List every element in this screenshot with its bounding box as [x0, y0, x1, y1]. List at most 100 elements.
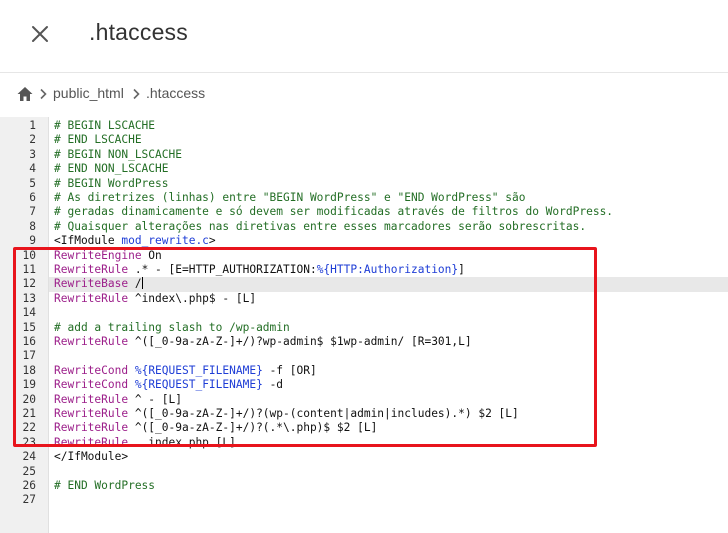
code-token: ^([_0-9a-zA-Z-]+/)?wp-admin$ $1wp-admin/… — [128, 335, 472, 348]
line-number: 4 — [29, 162, 36, 176]
code-token: ] — [458, 263, 465, 276]
line-number: 12 — [22, 277, 36, 291]
code-token: RewriteEngine — [54, 248, 142, 262]
line-number: 10 — [22, 248, 36, 262]
code-line: # geradas dinamicamente e só devem ser m… — [54, 205, 613, 219]
code-line: # Quaisquer alterações nas diretivas ent… — [54, 220, 586, 234]
breadcrumb-public-html[interactable]: public_html — [53, 85, 124, 101]
code-line: RewriteRule .* - [E=HTTP_AUTHORIZATION:%… — [54, 263, 465, 277]
code-text-area[interactable]: # BEGIN LSCACHE # END LSCACHE # BEGIN NON_… — [48, 117, 728, 533]
code-token: RewriteBase — [54, 277, 129, 291]
chevron-right-icon — [40, 88, 47, 100]
line-number: 16 — [22, 335, 36, 348]
line-number: 21 — [22, 407, 36, 420]
code-token: ^([_0-9a-zA-Z-]+/)?(.*\.php)$ $2 [L] — [128, 421, 378, 435]
chevron-right-icon — [133, 88, 140, 100]
code-token: RewriteRule — [54, 392, 129, 406]
code-token: RewriteCond — [54, 378, 129, 392]
line-number: 17 — [22, 349, 36, 363]
code-token: .* - [E=HTTP_AUTHORIZATION: — [128, 263, 317, 276]
code-token: > — [208, 234, 216, 248]
line-number: 23 — [22, 435, 36, 449]
close-button[interactable] — [28, 22, 52, 46]
home-link[interactable] — [16, 85, 34, 103]
code-line: RewriteCond %{REQUEST_FILENAME} -f [OR] — [54, 364, 317, 378]
code-line: RewriteRule ^ - [L] — [54, 393, 182, 407]
code-token: %{REQUEST_FILENAME} — [134, 378, 263, 392]
code-line: RewriteEngine On — [54, 249, 162, 263]
line-number: 15 — [22, 320, 36, 334]
code-token: <IfModule — [54, 234, 122, 248]
line-number: 1 — [29, 119, 36, 132]
code-token: # END LSCACHE — [54, 133, 142, 147]
code-token: # Quaisquer alterações nas diretivas ent… — [54, 219, 587, 233]
line-number: 26 — [22, 479, 36, 492]
code-line: RewriteBase / — [54, 277, 143, 291]
code-line: <IfModule mod_rewrite.c> — [54, 234, 216, 248]
line-number: 18 — [22, 363, 36, 377]
code-token: . index.php [L] — [128, 435, 236, 449]
line-number: 13 — [22, 291, 36, 305]
code-token: RewriteRule — [54, 435, 129, 449]
line-number: 24 — [22, 450, 36, 464]
code-line: RewriteCond %{REQUEST_FILENAME} -d — [54, 378, 283, 392]
code-line: # BEGIN WordPress — [54, 177, 169, 191]
code-token: # As diretrizes (linhas) entre "BEGIN Wo… — [54, 191, 526, 204]
code-token: RewriteRule — [54, 421, 129, 435]
code-line: RewriteRule ^([_0-9a-zA-Z-]+/)?(.*\.php)… — [54, 421, 377, 435]
code-token: mod_rewrite.c — [121, 234, 209, 248]
code-line: # As diretrizes (linhas) entre "BEGIN Wo… — [54, 191, 525, 205]
code-line: </IfModule> — [54, 450, 128, 464]
code-token: RewriteCond — [54, 363, 129, 377]
code-token: On — [141, 248, 162, 262]
code-token: ^ - [L] — [128, 392, 182, 406]
code-token: </IfModule> — [54, 450, 129, 464]
file-title: .htaccess — [89, 19, 188, 45]
line-number: 5 — [29, 176, 36, 190]
code-token: # END WordPress — [54, 479, 156, 492]
line-number: 19 — [22, 378, 36, 392]
line-number: 25 — [22, 464, 36, 478]
code-line: # END WordPress — [54, 479, 155, 493]
line-number: 9 — [29, 234, 36, 248]
home-icon — [17, 87, 33, 101]
line-number: 20 — [22, 392, 36, 406]
code-token: -d — [262, 378, 284, 392]
code-line: RewriteRule . index.php [L] — [54, 436, 236, 450]
line-number: 11 — [22, 263, 36, 276]
line-number: 7 — [29, 205, 36, 219]
code-token: ^([_0-9a-zA-Z-]+/)?(wp-(content|admin|in… — [128, 407, 519, 420]
code-token: ^index\.php$ - [L] — [128, 291, 257, 305]
text-cursor — [141, 277, 143, 290]
line-number: 2 — [29, 133, 36, 147]
line-number: 22 — [22, 421, 36, 435]
code-line: # BEGIN LSCACHE — [54, 119, 155, 133]
line-number: 6 — [29, 191, 36, 204]
code-token: # BEGIN NON_LSCACHE — [54, 147, 182, 161]
line-number: 3 — [29, 147, 36, 161]
code-editor: 1 2 3 4 5 6 7 8 9 10 11 12 13 14 15 16 17 18 19 20 21 22 23 24 2… — [0, 117, 728, 533]
line-number-gutter: 1 2 3 4 5 6 7 8 9 10 11 12 13 14 15 16 17 18 19 20 21 22 23 24 2… — [0, 117, 49, 533]
code-token: RewriteRule — [54, 407, 129, 420]
code-line: # BEGIN NON_LSCACHE — [54, 148, 182, 162]
code-token: # add a trailing slash to /wp-admin — [54, 320, 290, 334]
code-token: %{REQUEST_FILENAME} — [134, 363, 263, 377]
breadcrumb: public_html .htaccess — [0, 73, 728, 118]
line-number: 27 — [22, 493, 36, 507]
code-line: RewriteRule ^([_0-9a-zA-Z-]+/)?wp-admin$… — [54, 335, 472, 349]
code-token: # BEGIN WordPress — [54, 176, 169, 190]
breadcrumb-current-file: .htaccess — [146, 85, 206, 101]
code-token: # END NON_LSCACHE — [54, 162, 169, 176]
line-number: 14 — [22, 306, 36, 320]
code-line: RewriteRule ^([_0-9a-zA-Z-]+/)?(wp-(cont… — [54, 407, 519, 421]
code-line: # END LSCACHE — [54, 133, 142, 147]
code-token: RewriteRule — [54, 263, 129, 276]
code-token: # geradas dinamicamente e só devem ser m… — [54, 205, 614, 219]
code-line: # END NON_LSCACHE — [54, 162, 169, 176]
code-line: # add a trailing slash to /wp-admin — [54, 321, 290, 335]
code-token: RewriteRule — [54, 291, 129, 305]
line-number: 8 — [29, 219, 36, 233]
code-token: RewriteRule — [54, 335, 129, 348]
code-token: / — [128, 277, 142, 291]
